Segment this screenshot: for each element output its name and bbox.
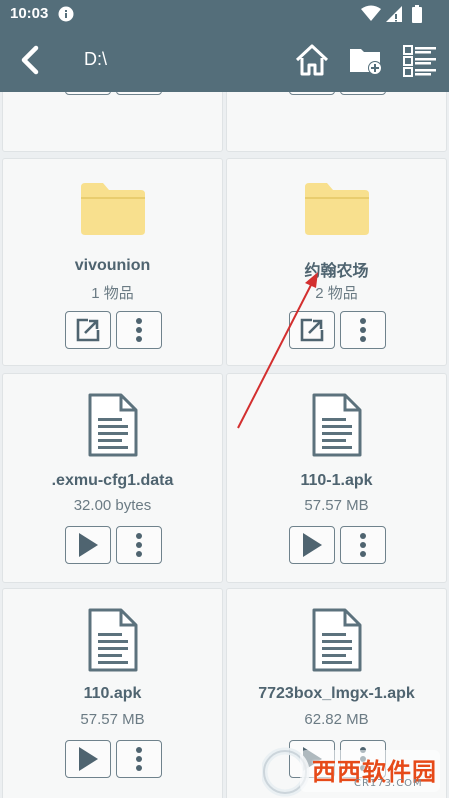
home-button[interactable] [294,42,330,78]
more-vertical-icon [360,533,366,557]
more-button[interactable] [116,526,162,564]
more-button[interactable] [340,311,386,349]
status-time: 10:03 [10,5,49,22]
status-icons [361,5,441,23]
item-name: .exmu-cfg1.data [51,472,174,489]
more-vertical-icon [360,318,366,342]
file-manager-screen: 10:03 D:\ vivounion 1 物品 约翰农场 2 物品 .exmu… [0,0,449,798]
more-vertical-icon [136,533,142,557]
toolbar: D:\ [0,28,449,92]
item-meta: 62.82 MB [304,711,369,728]
folder-add-icon [350,49,382,75]
back-button[interactable] [14,42,50,78]
more-button[interactable] [116,740,162,778]
play-icon [303,533,322,557]
item-name: 110-1.apk [300,472,373,489]
play-icon [79,747,98,771]
play-button[interactable] [289,526,335,564]
view-list-button[interactable] [402,42,438,78]
document-icon [312,608,361,672]
wifi-icon [361,5,381,21]
file-card[interactable] [2,92,223,152]
document-icon [88,393,137,457]
open-button[interactable] [289,311,335,349]
file-card[interactable]: 110.apk 57.57 MB [2,588,223,798]
more-button[interactable] [340,92,386,95]
signal-icon [386,6,402,22]
more-vertical-icon [136,318,142,342]
folder-icon [304,183,369,235]
item-meta: 57.57 MB [304,497,369,514]
item-name: vivounion [74,257,151,274]
item-meta: 1 物品 [91,285,134,302]
file-grid: vivounion 1 物品 约翰农场 2 物品 .exmu-cfg1.data… [0,92,449,798]
folder-card[interactable]: vivounion 1 物品 [2,158,223,366]
play-icon [79,533,98,557]
open-button[interactable] [65,311,111,349]
file-card[interactable]: 110-1.apk 57.57 MB [226,373,447,583]
new-folder-button[interactable] [348,42,384,78]
info-icon [58,6,74,22]
item-name: 约翰农场 [304,263,369,280]
current-path: D:\ [84,49,108,69]
more-button[interactable] [340,526,386,564]
item-name: 110.apk [83,685,142,702]
folder-card[interactable]: 约翰农场 2 物品 [226,158,447,366]
status-bar: 10:03 [0,0,449,28]
open-external-icon [300,318,324,342]
play-button[interactable] [65,740,111,778]
document-icon [312,393,361,457]
more-button[interactable] [116,92,162,95]
home-icon [295,44,329,76]
play-button[interactable] [65,526,111,564]
more-button[interactable] [116,311,162,349]
battery-icon [412,5,422,23]
folder-icon [80,183,145,235]
watermark-site: CR173.COM [354,778,423,789]
item-meta: 32.00 bytes [73,497,152,514]
list-view-icon [403,45,436,77]
file-card[interactable]: .exmu-cfg1.data 32.00 bytes [2,373,223,583]
item-meta: 2 物品 [315,285,358,302]
item-name: 7723box_lmgx-1.apk [258,685,415,702]
more-vertical-icon [136,747,142,771]
open-button[interactable] [65,92,111,95]
item-meta: 57.57 MB [80,711,145,728]
open-external-icon [76,318,100,342]
open-button[interactable] [289,92,335,95]
file-card[interactable] [226,92,447,152]
document-icon [88,608,137,672]
back-arrow-icon [21,45,39,75]
watermark-logo: 西西软件园 CR173.COM [260,744,449,798]
